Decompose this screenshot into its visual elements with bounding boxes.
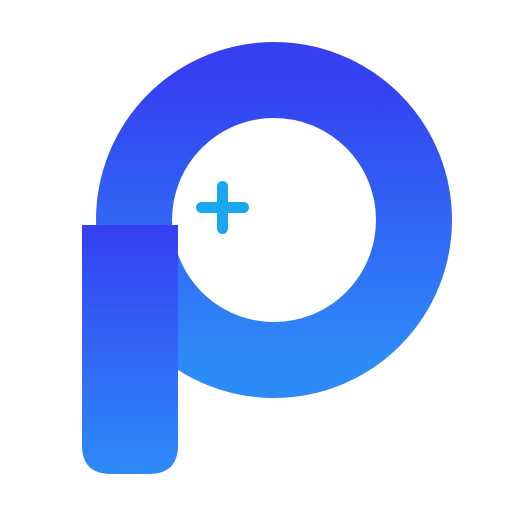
letter-p-plus-logo [82,42,452,474]
app-icon-canvas [0,0,512,512]
p-stem [82,225,178,474]
plus-icon [196,181,249,234]
